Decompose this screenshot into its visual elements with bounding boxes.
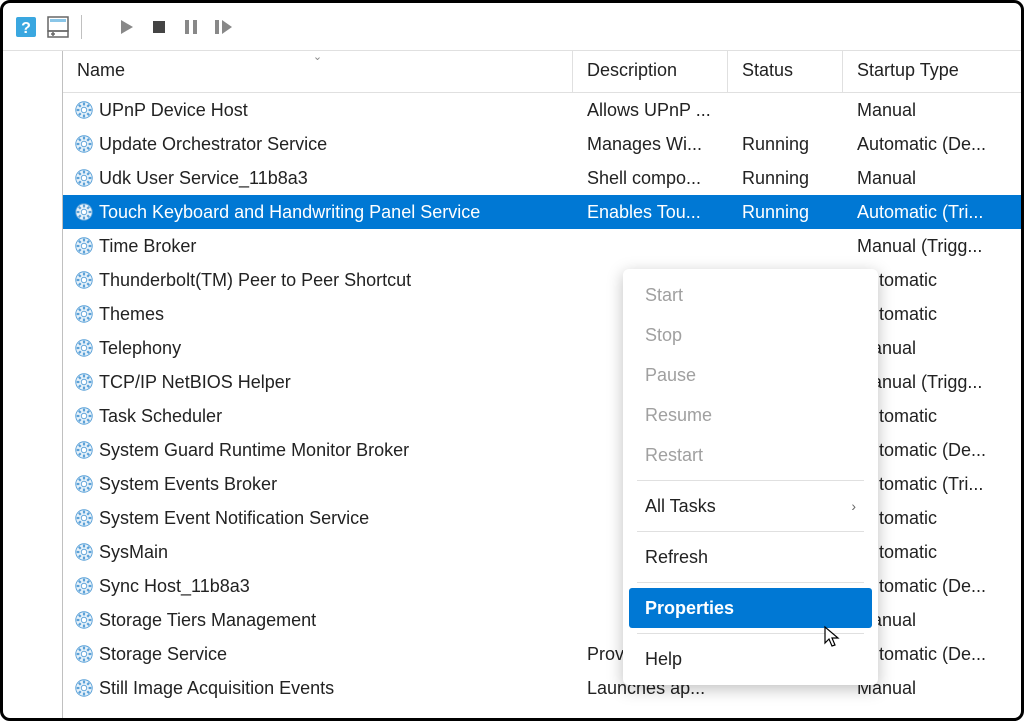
menu-properties[interactable]: Properties (629, 588, 872, 628)
left-pane (3, 51, 63, 718)
menu-start[interactable]: Start (623, 275, 878, 315)
service-name-cell: TCP/IP NetBIOS Helper (63, 371, 573, 393)
service-name: TCP/IP NetBIOS Helper (99, 372, 291, 393)
service-name: Udk User Service_11b8a3 (99, 168, 308, 189)
start-button[interactable] (112, 12, 142, 42)
service-status: Running (728, 202, 843, 223)
service-startup: Manual (843, 100, 1021, 121)
column-status[interactable]: Status (728, 51, 843, 92)
context-menu: Start Stop Pause Resume Restart All Task… (623, 269, 878, 685)
service-name-cell: Themes (63, 303, 573, 325)
service-row[interactable]: Time Broker Manual (Trigg... (63, 229, 1021, 263)
service-name-cell: Touch Keyboard and Handwriting Panel Ser… (63, 201, 573, 223)
properties-icon (46, 15, 70, 39)
service-name: Time Broker (99, 236, 196, 257)
service-row[interactable]: Touch Keyboard and Handwriting Panel Ser… (63, 195, 1021, 229)
svg-text:?: ? (21, 20, 31, 37)
service-name: Storage Tiers Management (99, 610, 316, 631)
properties-button[interactable] (43, 12, 73, 42)
menu-all-tasks[interactable]: All Tasks › (623, 486, 878, 526)
menu-separator (637, 633, 864, 634)
service-name-cell: System Event Notification Service (63, 507, 573, 529)
menu-pause[interactable]: Pause (623, 355, 878, 395)
service-name: System Guard Runtime Monitor Broker (99, 440, 409, 461)
service-startup: Automatic (De... (843, 134, 1021, 155)
toolbar-separator (81, 15, 82, 39)
stop-button[interactable] (144, 12, 174, 42)
menu-restart[interactable]: Restart (623, 435, 878, 475)
service-name-cell: Storage Tiers Management (63, 609, 573, 631)
service-name: Themes (99, 304, 164, 325)
stop-icon (150, 18, 168, 36)
service-status: Running (728, 134, 843, 155)
service-name: Update Orchestrator Service (99, 134, 327, 155)
service-name: Task Scheduler (99, 406, 222, 427)
sort-indicator-icon: ⌄ (313, 50, 322, 63)
service-name-cell: UPnP Device Host (63, 99, 573, 121)
service-name-cell: Sync Host_11b8a3 (63, 575, 573, 597)
service-name-cell: Task Scheduler (63, 405, 573, 427)
column-headers: ⌄ Name Description Status Startup Type (63, 51, 1021, 93)
service-name-cell: Still Image Acquisition Events (63, 677, 573, 699)
service-row[interactable]: UPnP Device Host Allows UPnP ... Manual (63, 93, 1021, 127)
service-name: UPnP Device Host (99, 100, 248, 121)
service-status: Running (728, 168, 843, 189)
service-name-cell: SysMain (63, 541, 573, 563)
restart-button[interactable] (208, 12, 238, 42)
service-name-cell: Thunderbolt(TM) Peer to Peer Shortcut (63, 269, 573, 291)
service-row[interactable]: Udk User Service_11b8a3 Shell compo...Run… (63, 161, 1021, 195)
service-name: System Event Notification Service (99, 508, 369, 529)
menu-refresh[interactable]: Refresh (623, 537, 878, 577)
column-description[interactable]: Description (573, 51, 728, 92)
services-window: ? (0, 0, 1024, 721)
column-startup[interactable]: Startup Type (843, 51, 1021, 92)
service-startup: Automatic (Tri... (843, 202, 1021, 223)
column-label: Name (77, 60, 125, 80)
service-name: Sync Host_11b8a3 (99, 576, 250, 597)
menu-separator (637, 582, 864, 583)
column-name[interactable]: ⌄ Name (63, 51, 573, 92)
service-name: Telephony (99, 338, 181, 359)
service-name: Still Image Acquisition Events (99, 678, 334, 699)
service-description: Enables Tou... (573, 202, 728, 223)
service-name: Thunderbolt(TM) Peer to Peer Shortcut (99, 270, 411, 291)
service-name-cell: Storage Service (63, 643, 573, 665)
restart-icon (213, 18, 233, 36)
service-startup: Manual (843, 168, 1021, 189)
menu-separator (637, 531, 864, 532)
service-name-cell: Time Broker (63, 235, 573, 257)
service-name: Touch Keyboard and Handwriting Panel Ser… (99, 202, 480, 223)
help-button[interactable]: ? (11, 12, 41, 42)
toolbar: ? (3, 3, 1021, 51)
menu-label: All Tasks (645, 496, 716, 517)
service-description: Shell compo... (573, 168, 728, 189)
menu-resume[interactable]: Resume (623, 395, 878, 435)
menu-stop[interactable]: Stop (623, 315, 878, 355)
service-name: System Events Broker (99, 474, 277, 495)
chevron-right-icon: › (851, 498, 856, 514)
service-startup: Manual (Trigg... (843, 236, 1021, 257)
content-area: ⌄ Name Description Status Startup Type U… (3, 51, 1021, 718)
service-name-cell: Udk User Service_11b8a3 (63, 167, 573, 189)
service-description: Allows UPnP ... (573, 100, 728, 121)
pause-button[interactable] (176, 12, 206, 42)
service-name-cell: Telephony (63, 337, 573, 359)
service-description: Manages Wi... (573, 134, 728, 155)
menu-separator (637, 480, 864, 481)
service-name: Storage Service (99, 644, 227, 665)
service-name-cell: System Events Broker (63, 473, 573, 495)
service-name-cell: Update Orchestrator Service (63, 133, 573, 155)
help-icon: ? (14, 15, 38, 39)
main-pane: ⌄ Name Description Status Startup Type U… (63, 51, 1021, 718)
service-name-cell: System Guard Runtime Monitor Broker (63, 439, 573, 461)
service-row[interactable]: Update Orchestrator Service Manages Wi...… (63, 127, 1021, 161)
menu-help[interactable]: Help (623, 639, 878, 679)
play-icon (118, 18, 136, 36)
pause-icon (182, 18, 200, 36)
service-name: SysMain (99, 542, 168, 563)
